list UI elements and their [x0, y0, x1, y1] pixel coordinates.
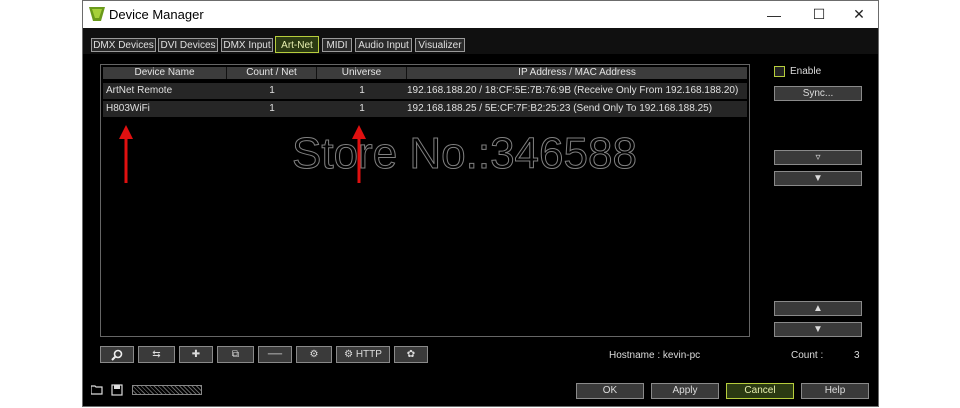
tab-visualizer[interactable]: Visualizer: [415, 38, 465, 52]
art-net-panel: Device Name Count / Net Universe IP Addr…: [83, 54, 878, 378]
arrow-down-icon: ▼: [813, 324, 823, 335]
column-header-device-name[interactable]: Device Name: [103, 67, 227, 79]
minimize-button[interactable]: —: [754, 1, 794, 28]
ok-button[interactable]: OK: [576, 383, 644, 399]
close-icon: ✕: [853, 6, 865, 22]
move-up-button[interactable]: ▿: [774, 150, 862, 165]
tab-dmx-devices[interactable]: DMX Devices: [91, 38, 156, 52]
column-header-universe[interactable]: Universe: [317, 67, 407, 79]
minimize-icon: —: [767, 6, 781, 23]
column-header-ip-mac[interactable]: IP Address / MAC Address: [407, 67, 747, 79]
cell-ip-mac: 192.168.188.20 / 18:CF:5E:7B:76:9B (Rece…: [407, 85, 739, 96]
copy-button[interactable]: ⧉: [217, 346, 254, 363]
minus-icon: ──: [267, 349, 283, 360]
search-button[interactable]: [100, 346, 134, 363]
plus-icon: ✚: [191, 349, 201, 360]
table-row[interactable]: H803WiFi 1 1 192.168.188.25 / 5E:CF:7F:B…: [103, 101, 747, 117]
gear-icon: ⚙: [344, 349, 354, 360]
cell-count: 1: [269, 103, 275, 114]
remove-button[interactable]: ──: [258, 346, 292, 363]
copy-icon: ⧉: [231, 349, 240, 360]
refresh-icon: ⇆: [152, 349, 161, 360]
tab-midi[interactable]: MIDI: [322, 38, 352, 52]
apply-button[interactable]: Apply: [651, 383, 719, 399]
close-button[interactable]: ✕: [839, 1, 879, 28]
count-value: 3: [854, 350, 860, 361]
save-icon[interactable]: [111, 384, 123, 396]
scroll-down-button[interactable]: ▼: [774, 322, 862, 337]
footer-bar: OK Apply Cancel Help: [83, 378, 878, 406]
maximize-button[interactable]: ☐: [799, 1, 839, 28]
app-logo-icon: [89, 7, 105, 21]
scroll-up-button[interactable]: ▲: [774, 301, 862, 316]
help-button[interactable]: Help: [801, 383, 869, 399]
column-header-count-net[interactable]: Count / Net: [227, 67, 317, 79]
http-button[interactable]: ⚙ HTTP: [336, 346, 390, 363]
cell-device-name: H803WiFi: [106, 103, 150, 114]
folder-open-icon[interactable]: [91, 384, 103, 396]
cancel-button[interactable]: Cancel: [726, 383, 794, 399]
store-watermark: Store No.:346588: [292, 129, 638, 179]
http-label: HTTP: [355, 349, 382, 360]
table-row[interactable]: ArtNet Remote 1 1 192.168.188.20 / 18:CF…: [103, 83, 747, 99]
hostname-label: Hostname : kevin-pc: [609, 350, 701, 361]
title-bar: Device Manager — ☐ ✕: [83, 1, 878, 28]
arrow-up-icon: ▲: [813, 303, 823, 314]
cell-ip-mac: 192.168.188.25 / 5E:CF:7F:B2:25:23 (Send…: [407, 103, 713, 114]
tab-bar: DMX Devices DVI Devices DMX Input Art-Ne…: [83, 28, 878, 54]
count-label: Count :: [791, 350, 824, 361]
move-down-button[interactable]: ▼: [774, 171, 862, 186]
add-button[interactable]: ✚: [179, 346, 213, 363]
maximize-icon: ☐: [812, 6, 826, 22]
window-title: Device Manager: [109, 7, 204, 22]
enable-label: Enable: [790, 66, 822, 77]
cell-universe: 1: [359, 103, 365, 114]
lightbulb-icon: ✿: [406, 349, 416, 360]
chevron-down-icon: ▼: [813, 173, 823, 184]
device-manager-window: Device Manager — ☐ ✕ DMX Devices DVI Dev…: [82, 0, 879, 407]
progress-indicator: [132, 385, 202, 395]
gear-icon: ⚙: [309, 349, 319, 360]
cell-universe: 1: [359, 85, 365, 96]
refresh-button[interactable]: ⇆: [138, 346, 175, 363]
device-table: Device Name Count / Net Universe IP Addr…: [100, 64, 750, 337]
tab-dmx-input[interactable]: DMX Input: [221, 38, 273, 52]
tab-audio-input[interactable]: Audio Input: [355, 38, 412, 52]
red-arrow-up-icon: [119, 125, 133, 183]
chevron-down-outline-icon: ▿: [815, 152, 821, 163]
identify-button[interactable]: ✿: [394, 346, 428, 363]
sync-button[interactable]: Sync...: [774, 86, 862, 101]
cell-device-name: ArtNet Remote: [106, 85, 173, 96]
enable-checkbox[interactable]: [774, 66, 785, 77]
settings-button[interactable]: ⚙: [296, 346, 332, 363]
tab-dvi-devices[interactable]: DVI Devices: [158, 38, 218, 52]
search-icon: [111, 349, 123, 361]
cell-count: 1: [269, 85, 275, 96]
tab-art-net[interactable]: Art-Net: [275, 36, 319, 53]
